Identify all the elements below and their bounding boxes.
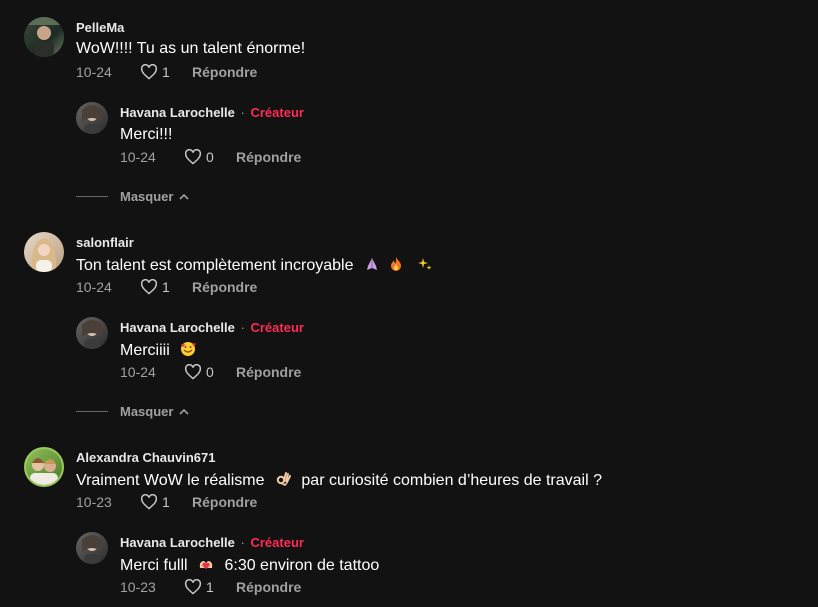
reply-button[interactable]: Répondre (192, 64, 257, 80)
hide-replies-button[interactable]: Masquer (76, 404, 190, 419)
reply-author[interactable]: Havana Larochelle · Créateur (120, 320, 304, 335)
reply-meta: 10-24 0 Répondre (120, 149, 301, 165)
reply-author-name[interactable]: Havana Larochelle (120, 320, 235, 335)
like-count: 1 (162, 279, 170, 295)
comment-date: 10-24 (76, 64, 112, 80)
creator-badge: Créateur (250, 535, 304, 550)
comment-author[interactable]: Alexandra Chauvin671 (76, 450, 215, 465)
like-count: 1 (162, 494, 170, 510)
like-button[interactable]: 1 (140, 64, 192, 80)
heart-icon (184, 364, 202, 380)
heart-icon (184, 149, 202, 165)
reply-author[interactable]: Havana Larochelle · Créateur (120, 535, 304, 550)
reply-button[interactable]: Répondre (236, 364, 301, 380)
avatar[interactable] (24, 17, 64, 57)
fire-emoji (391, 257, 402, 271)
like-button[interactable]: 0 (184, 364, 236, 380)
heart-icon (140, 279, 158, 295)
comment-text-part-1: Vraiment WoW le réalisme (76, 472, 265, 489)
reply-text: Merciiii (120, 341, 198, 360)
heart-hands-emoji (199, 561, 213, 569)
comment-text: Vraiment WoW le réalisme par curiosité c… (76, 471, 602, 490)
separator-dot: · (240, 535, 245, 550)
reply-author-name[interactable]: Havana Larochelle (120, 535, 235, 550)
reply-text: Merci fulll 6:30 environ de tattoo (120, 556, 379, 575)
comment-text: WoW!!!! Tu as un talent énorme! (76, 40, 306, 57)
smiling-face-with-hearts-emoji (181, 342, 197, 356)
comment-meta: 10-24 1 Répondre (76, 64, 257, 80)
reply-author-name[interactable]: Havana Larochelle (120, 105, 235, 120)
avatar[interactable] (76, 532, 108, 564)
reply-date: 10-23 (120, 579, 156, 595)
comment-date: 10-24 (76, 279, 112, 295)
chevron-up-icon (179, 193, 190, 200)
comments-section: PelleMa WoW!!!! Tu as un talent énorme! … (0, 0, 818, 607)
divider-line (76, 411, 108, 412)
comment-meta: 10-23 1 Répondre (76, 494, 257, 510)
like-button[interactable]: 1 (140, 494, 192, 510)
comment-text: Ton talent est complètement incroyable (76, 256, 435, 275)
comment-text-body: Ton talent est complètement incroyable (76, 257, 354, 274)
reply-date: 10-24 (120, 364, 156, 380)
ok-hand-emoji (276, 472, 291, 486)
reply-date: 10-24 (120, 149, 156, 165)
divider-line (76, 196, 108, 197)
hide-label: Masquer (120, 404, 174, 419)
separator-dot: · (240, 320, 245, 335)
avatar[interactable] (76, 317, 108, 349)
hide-label: Masquer (120, 189, 174, 204)
reply-text-part-1: Merci fulll (120, 557, 188, 574)
comment-author[interactable]: PelleMa (76, 20, 124, 35)
reply-button[interactable]: Répondre (236, 579, 301, 595)
reply-text-part-2: 6:30 environ de tattoo (224, 557, 380, 574)
reply-text-body: Merciiii (120, 342, 170, 359)
like-count: 1 (162, 64, 170, 80)
comment-meta: 10-24 1 Répondre (76, 279, 257, 295)
heart-icon (140, 494, 158, 510)
reply-button[interactable]: Répondre (192, 279, 257, 295)
comment-author[interactable]: salonflair (76, 235, 134, 250)
chevron-up-icon (179, 408, 190, 415)
reply-button[interactable]: Répondre (236, 149, 301, 165)
heart-icon (184, 579, 202, 595)
avatar[interactable] (24, 232, 64, 272)
avatar[interactable] (76, 102, 108, 134)
comment-text-part-2: par curiosité combien d’heures de travai… (301, 472, 603, 489)
comment-date: 10-23 (76, 494, 112, 510)
reply-button[interactable]: Répondre (192, 494, 257, 510)
reply-meta: 10-23 1 Répondre (120, 579, 301, 595)
praying-hands-emoji (366, 258, 377, 270)
creator-badge: Créateur (250, 105, 304, 120)
sparkles-emoji (417, 258, 432, 270)
like-count: 1 (206, 579, 214, 595)
heart-icon (140, 64, 158, 80)
like-count: 0 (206, 364, 214, 380)
reply-meta: 10-24 0 Répondre (120, 364, 301, 380)
reply-text: Merci!!! (120, 126, 173, 143)
like-button[interactable]: 1 (140, 279, 192, 295)
like-button[interactable]: 1 (184, 579, 236, 595)
like-count: 0 (206, 149, 214, 165)
like-button[interactable]: 0 (184, 149, 236, 165)
hide-replies-button[interactable]: Masquer (76, 189, 190, 204)
creator-badge: Créateur (250, 320, 304, 335)
separator-dot: · (240, 105, 245, 120)
avatar[interactable] (24, 447, 64, 487)
reply-author[interactable]: Havana Larochelle · Créateur (120, 105, 304, 120)
